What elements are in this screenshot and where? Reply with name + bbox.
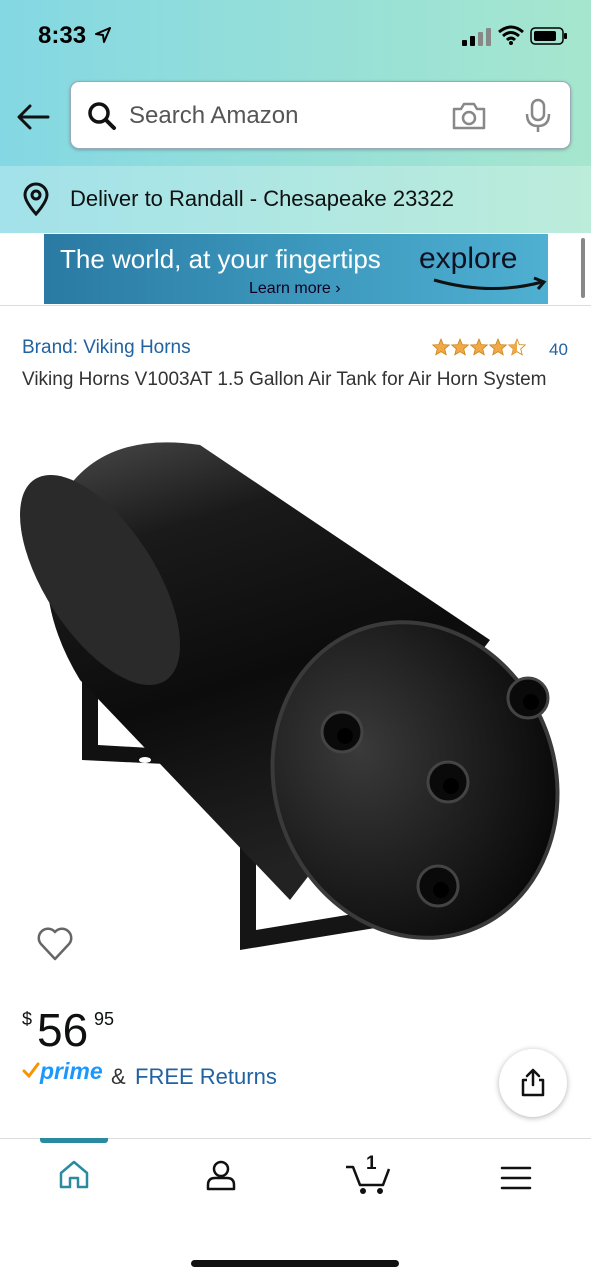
brand-link[interactable]: Brand: Viking Horns (22, 337, 191, 359)
back-arrow-icon[interactable] (14, 99, 54, 135)
microphone-icon[interactable] (523, 98, 553, 134)
active-tab-indicator (40, 1138, 108, 1143)
promo-banner[interactable]: The world, at your fingertips explore Le… (44, 234, 548, 304)
search-bar[interactable] (70, 81, 571, 149)
prime-badge: prime (40, 1058, 103, 1084)
bottom-nav: 1 (0, 1139, 591, 1280)
location-pin-icon (23, 182, 49, 216)
camera-icon[interactable] (451, 101, 487, 131)
price-whole: 56 (37, 1004, 89, 1056)
search-input[interactable] (129, 98, 429, 134)
ampersand: & (111, 1064, 126, 1089)
product-title: Viking Horns V1003AT 1.5 Gallon Air Tank… (22, 369, 547, 390)
price-symbol: $ (22, 1009, 33, 1029)
menu-icon[interactable] (500, 1165, 532, 1191)
wifi-icon (498, 25, 524, 45)
scroll-indicator (581, 238, 585, 298)
status-bar: 8:33 (0, 0, 591, 70)
battery-icon (530, 27, 567, 45)
account-icon[interactable] (205, 1159, 237, 1191)
amazon-smile-icon (433, 276, 547, 291)
location-arrow-icon (95, 27, 111, 43)
cart-badge-count: 1 (366, 1153, 377, 1174)
share-button[interactable] (499, 1049, 567, 1117)
rating-count[interactable]: 40 (549, 340, 568, 360)
prime-check-icon (22, 1062, 40, 1079)
air-tank-product-image[interactable] (20, 430, 575, 990)
home-icon[interactable] (58, 1159, 90, 1189)
free-returns-link[interactable]: FREE Returns (135, 1064, 277, 1090)
share-icon (521, 1068, 545, 1097)
price-fraction: 95 (94, 1009, 115, 1029)
cart-button[interactable]: 1 (345, 1153, 393, 1200)
divider (0, 305, 591, 306)
banner-headline: The world, at your fingertips (60, 244, 381, 274)
rating-stars[interactable] (432, 337, 528, 357)
deliver-to-row[interactable]: Deliver to Randall - Chesapeake 23322 (0, 166, 591, 233)
heart-wishlist-icon[interactable] (36, 926, 74, 962)
search-icon (88, 102, 116, 130)
banner-learn-more[interactable]: Learn more › (249, 280, 341, 298)
cellular-signal-icon (462, 28, 491, 46)
deliver-to-text: Deliver to Randall - Chesapeake 23322 (70, 186, 455, 211)
status-time: 8:33 (38, 22, 87, 49)
banner-cta: explore (419, 242, 518, 275)
home-indicator[interactable] (191, 1260, 399, 1267)
